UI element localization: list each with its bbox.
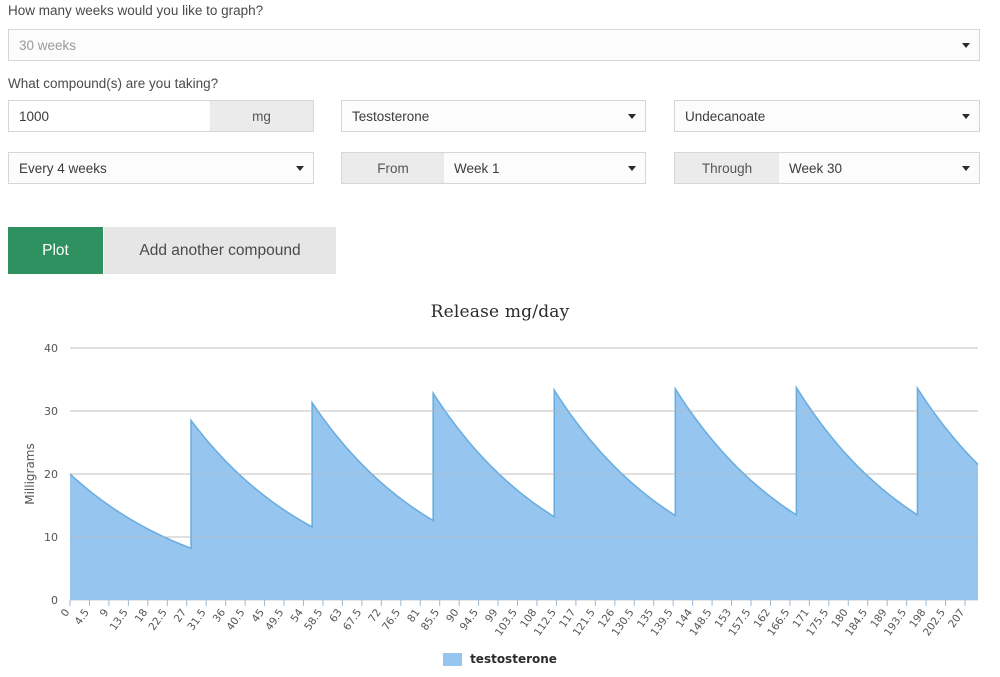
svg-text:207: 207 [946, 607, 967, 630]
svg-text:31.5: 31.5 [185, 607, 208, 633]
ester-select[interactable]: Undecanoate [674, 100, 980, 132]
svg-text:22.5: 22.5 [146, 607, 169, 633]
svg-text:81: 81 [405, 607, 423, 625]
svg-text:67.5: 67.5 [341, 607, 364, 633]
dose-unit-label: mg [252, 109, 271, 124]
legend-swatch-testosterone [443, 653, 462, 666]
add-another-compound-label: Add another compound [139, 242, 300, 260]
dose-unit-addon: mg [210, 100, 314, 132]
dose-input[interactable]: 1000 [8, 100, 211, 132]
svg-text:27: 27 [172, 607, 190, 625]
chevron-down-icon [962, 114, 970, 119]
svg-text:45: 45 [250, 607, 268, 625]
svg-text:54: 54 [288, 607, 306, 625]
svg-text:63: 63 [327, 607, 345, 625]
chart-legend: testosterone [0, 652, 1000, 666]
svg-text:58.5: 58.5 [302, 607, 325, 633]
chevron-down-icon [962, 166, 970, 171]
svg-text:49.5: 49.5 [263, 607, 286, 633]
svg-text:40.5: 40.5 [224, 607, 247, 633]
chevron-down-icon [628, 166, 636, 171]
chevron-down-icon [962, 43, 970, 48]
chevron-down-icon [296, 166, 304, 171]
svg-text:90: 90 [444, 607, 462, 625]
compound-select-value: Testosterone [352, 109, 429, 124]
plot-button[interactable]: Plot [8, 227, 103, 274]
from-week-value: Week 1 [454, 161, 500, 176]
chart-canvas: 010203040Milligrams04.5913.51822.52731.5… [0, 290, 1000, 650]
dose-input-value: 1000 [19, 109, 49, 124]
through-week-value: Week 30 [789, 161, 842, 176]
svg-text:72: 72 [366, 607, 384, 625]
frequency-select-value: Every 4 weeks [19, 161, 107, 176]
through-addon: Through [674, 152, 780, 184]
plot-button-label: Plot [42, 242, 69, 260]
svg-text:0: 0 [51, 594, 58, 607]
svg-text:10: 10 [44, 531, 58, 544]
from-label: From [377, 161, 409, 176]
weeks-select[interactable]: 30 weeks [8, 29, 980, 61]
svg-text:99: 99 [483, 607, 501, 625]
add-another-compound-button[interactable]: Add another compound [104, 227, 336, 274]
svg-text:20: 20 [44, 468, 58, 481]
chevron-down-icon [628, 114, 636, 119]
legend-label-testosterone: testosterone [470, 652, 557, 666]
svg-text:30: 30 [44, 405, 58, 418]
from-addon: From [341, 152, 445, 184]
frequency-select[interactable]: Every 4 weeks [8, 152, 314, 184]
svg-text:18: 18 [133, 607, 151, 625]
weeks-question-label: How many weeks would you like to graph? [8, 3, 263, 19]
svg-text:4.5: 4.5 [73, 607, 92, 628]
compound-question-label: What compound(s) are you taking? [8, 76, 218, 92]
ester-select-value: Undecanoate [685, 109, 765, 124]
svg-text:36: 36 [211, 607, 229, 625]
through-label: Through [702, 161, 752, 176]
svg-text:76.5: 76.5 [380, 607, 403, 633]
svg-text:94.5: 94.5 [458, 607, 481, 633]
svg-text:13.5: 13.5 [108, 607, 131, 633]
svg-text:9: 9 [98, 607, 112, 619]
release-chart: Release mg/day 010203040Milligrams04.591… [0, 290, 1000, 677]
from-week-select[interactable]: Week 1 [444, 152, 646, 184]
weeks-select-value: 30 weeks [19, 38, 76, 53]
svg-text:Milligrams: Milligrams [23, 443, 37, 505]
svg-text:85.5: 85.5 [419, 607, 442, 633]
svg-text:40: 40 [44, 342, 58, 355]
compound-select[interactable]: Testosterone [341, 100, 646, 132]
svg-text:0: 0 [59, 607, 73, 619]
dosage-calculator-page: How many weeks would you like to graph? … [0, 0, 1000, 677]
through-week-select[interactable]: Week 30 [779, 152, 980, 184]
